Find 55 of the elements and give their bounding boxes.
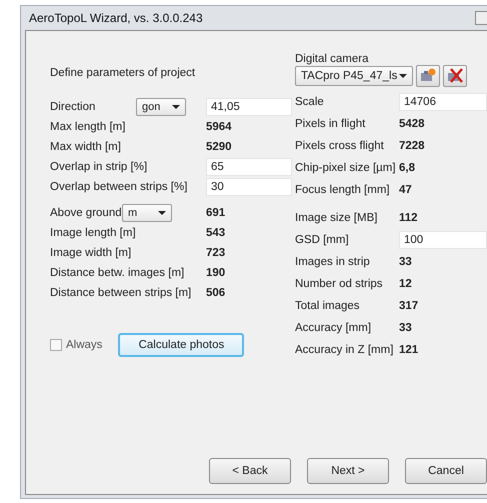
input-field[interactable]: 30 — [206, 178, 292, 196]
field-value: 33 — [399, 256, 412, 268]
field-value: 121 — [399, 344, 418, 356]
field-label: Accuracy in Z [mm] — [295, 344, 394, 356]
field-value: 5428 — [399, 118, 425, 130]
field-label: Digital camera — [295, 53, 370, 65]
field-label: Distance betw. images [m] — [50, 267, 184, 279]
field-label: Max width [m] — [50, 141, 121, 153]
field-label: Pixels cross flight — [295, 140, 385, 152]
field-label: Chip-pixel size [µm] — [295, 162, 397, 174]
field-label: Images in strip — [295, 256, 371, 268]
calculate-button[interactable]: Calculate photos — [118, 333, 244, 357]
field-label: Max length [m] — [50, 121, 126, 133]
field-value: 5964 — [206, 121, 232, 133]
camera-dropdown[interactable]: TACpro P45_47_ls — [295, 66, 413, 86]
field-label: Number od strips — [295, 278, 384, 290]
field-value: 691 — [206, 207, 226, 219]
field-label: GSD [mm] — [295, 234, 350, 246]
field-value: 12 — [399, 278, 412, 290]
unit-dropdown[interactable]: gon — [136, 98, 186, 116]
wizard-button[interactable]: Cancel — [405, 458, 487, 484]
field-label: Image length [m] — [50, 227, 136, 239]
wizard-button[interactable]: Next > — [307, 458, 389, 484]
field-label: Accuracy [mm] — [295, 322, 372, 334]
field-label: Image size [MB] — [295, 212, 378, 224]
field-label: Above ground — [50, 207, 122, 219]
field-label: Image width [m] — [50, 247, 132, 259]
input-field[interactable]: 14706 — [399, 93, 487, 111]
field-value: 5290 — [206, 141, 232, 153]
input-field[interactable]: 100 — [399, 231, 487, 249]
field-value: 317 — [399, 300, 418, 312]
field-value: 33 — [399, 322, 412, 334]
field-label: Overlap in strip [%] — [50, 161, 148, 173]
field-label: Overlap between strips [%] — [50, 181, 188, 193]
field-label: Scale — [295, 96, 325, 108]
section-heading: Define parameters of project — [50, 67, 196, 79]
checkbox-label: Always — [66, 339, 102, 351]
field-label: Direction — [50, 101, 96, 113]
field-value: 7228 — [399, 140, 425, 152]
input-field[interactable]: 41,05 — [206, 98, 292, 116]
field-value: 6,8 — [399, 162, 415, 174]
unit-dropdown[interactable]: m — [122, 204, 172, 222]
field-value: 112 — [399, 212, 418, 224]
window-title: AeroTopoL Wizard, vs. 3.0.0.243 — [29, 11, 203, 25]
field-value: 543 — [206, 227, 226, 239]
field-value: 506 — [206, 287, 226, 299]
field-label: Distance between strips [m] — [50, 287, 192, 299]
field-label: Focus length [mm] — [295, 184, 391, 196]
field-value: 47 — [399, 184, 412, 196]
input-field[interactable]: 65 — [206, 158, 292, 176]
field-value: 190 — [206, 267, 226, 279]
field-label: Total images — [295, 300, 361, 312]
field-value: 723 — [206, 247, 226, 259]
field-label: Pixels in flight — [295, 118, 366, 130]
wizard-button[interactable]: < Back — [209, 458, 291, 484]
